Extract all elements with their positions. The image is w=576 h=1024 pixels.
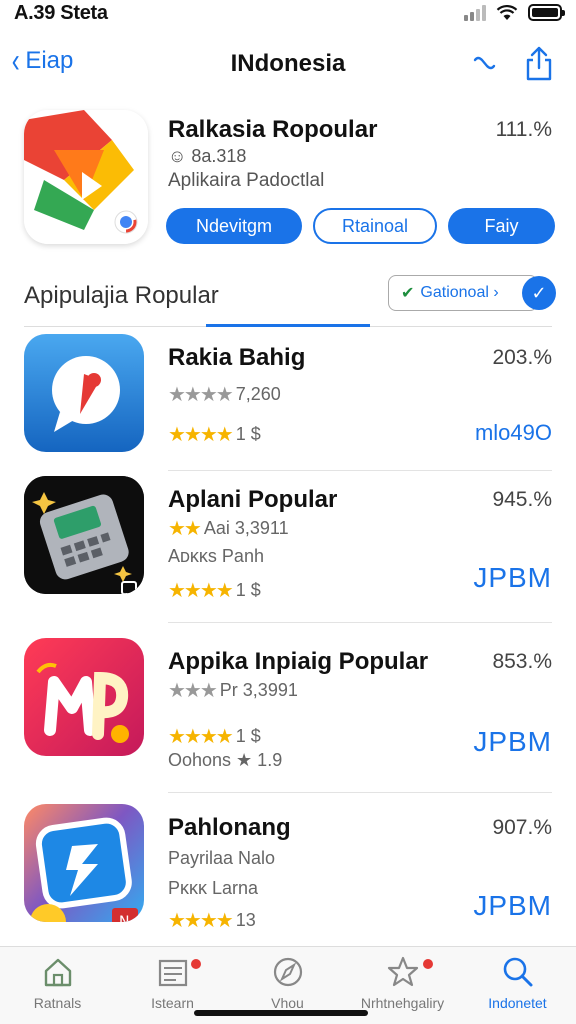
section-header: Apipulajia Ropular ✔ Gationoal › ✓ — [0, 270, 576, 330]
app-price: 13 — [235, 910, 256, 930]
search-icon — [503, 957, 532, 987]
app-percent: 907.% — [492, 816, 552, 839]
svg-text:N: N — [119, 914, 129, 922]
tab-label: Istearn — [151, 995, 194, 1011]
tab-label: Nrhtnehgaliry — [360, 995, 445, 1011]
app-name[interactable]: Pahlonang — [168, 814, 291, 842]
link-icon[interactable] — [472, 52, 498, 76]
tab-home[interactable]: Ratnals — [0, 955, 115, 1011]
share-icon[interactable] — [524, 46, 554, 82]
battery-icon — [528, 4, 565, 21]
app-percent: 945.% — [492, 488, 552, 511]
app-percent: 203.% — [492, 346, 552, 369]
app-action-badge[interactable]: JPBM — [473, 562, 552, 594]
app-options: Oohons ★ 1.9 — [168, 750, 283, 770]
checkmark-icon: ✔ — [401, 285, 415, 302]
status-icons — [464, 4, 565, 21]
app-price-line: ★★★★ 1 $ — [168, 578, 261, 603]
app-rating-line: ★★★ Pr 3,3991 — [168, 678, 298, 703]
check-icon: ✓ — [531, 282, 547, 303]
featured-app-subtitle: Aplikaira Padoctlal — [168, 170, 325, 191]
filter-confirm-button[interactable]: ✓ — [522, 276, 556, 310]
app-rating-count: 7,260 — [235, 384, 281, 404]
star-rating-icon: ★★★★ — [168, 384, 234, 406]
list-item[interactable]: Rakia Bahig 203.% ★★★★ 7,260 ★★★★ 1 $ ml… — [0, 334, 576, 484]
featured-app[interactable]: Ralkasia Ropoular 111.% ☺ 8a.318 Aplikai… — [0, 108, 576, 258]
star-rating-icon: ★★★ — [168, 680, 218, 702]
app-price: 1 $ — [235, 424, 261, 444]
status-bar: A.39 Steta — [0, 0, 576, 30]
app-icon-chat[interactable]: N — [24, 804, 144, 922]
star-rating-icon: ★★★★ — [168, 424, 234, 446]
section-active-underline — [206, 324, 370, 327]
featured-app-icon[interactable] — [24, 110, 148, 244]
app-subtitle: Oohons ★ 1.9 — [168, 750, 282, 771]
featured-get-button[interactable]: Faiy — [448, 208, 555, 244]
app-icon-device[interactable] — [24, 476, 144, 594]
signal-icon — [464, 4, 486, 21]
notification-dot — [191, 959, 201, 969]
app-rating-count: Aai 3,3911 — [203, 518, 289, 538]
star-rating-icon: ★★★★ — [168, 580, 234, 602]
app-name[interactable]: Rakia Bahig — [168, 344, 305, 372]
app-rating-line: ★★★★ 7,260 — [168, 382, 281, 407]
tab-search[interactable]: Indonetet — [460, 955, 575, 1011]
star-rating-icon: ★★★★ — [168, 726, 234, 748]
filter-label: Gationoal › — [420, 284, 499, 301]
filter-button[interactable]: ✔ Gationoal › — [388, 275, 538, 311]
app-price-line: ★★★★ 1 $ — [168, 422, 261, 447]
app-icon-messenger[interactable] — [24, 334, 144, 452]
home-indicator[interactable] — [194, 1010, 368, 1016]
app-category: Pᴋᴋᴋ Larna — [168, 878, 259, 898]
featured-app-name[interactable]: Ralkasia Ropoular — [168, 116, 377, 144]
section-title: Apipulajia Ropular — [24, 282, 219, 309]
nav-bar: ‹ Eiap INdonesia — [0, 38, 576, 94]
star-rating-icon: ★★ — [168, 518, 202, 540]
tab-label: Indonetet — [488, 995, 547, 1011]
tab-label: Vhou — [271, 995, 304, 1011]
tab-label: Ratnals — [33, 995, 82, 1011]
app-action-badge[interactable]: JPBM — [473, 726, 552, 758]
featured-secondary-button[interactable]: Rtainoal — [313, 208, 437, 244]
app-percent: 853.% — [492, 650, 552, 673]
app-rating-line: ★★ Aai 3,3911 — [168, 516, 289, 541]
tab-news[interactable]: Istearn — [115, 955, 230, 1011]
star-rating-icon: ★★★★ — [168, 910, 234, 932]
app-developer: Payrilaa Nalo — [168, 848, 276, 868]
home-icon — [44, 958, 71, 987]
app-subtitle: Payrilaa Nalo — [168, 848, 275, 869]
status-time: A.39 Steta — [14, 2, 108, 24]
app-price: 1 $ — [235, 580, 261, 600]
tab-explore[interactable]: Vhou — [230, 955, 345, 1011]
app-action-badge[interactable]: mlo49O — [475, 420, 552, 446]
row-divider — [168, 622, 552, 623]
app-name[interactable]: Appika Inpiaig Popular — [168, 648, 428, 676]
list-item[interactable]: Appika Inpiaig Popular 853.% ★★★ Pr 3,39… — [0, 638, 576, 788]
app-action-badge[interactable]: JPBM — [473, 890, 552, 922]
newspaper-icon — [158, 959, 187, 987]
app-price: 1 $ — [235, 726, 261, 746]
app-subtitle: Aᴅᴋᴋs Panh — [168, 546, 264, 567]
featured-primary-button[interactable]: Ndevitgm — [166, 208, 302, 244]
star-icon — [387, 956, 418, 987]
featured-app-rating: ☺ 8a.318 — [168, 146, 247, 166]
wifi-icon — [496, 4, 518, 20]
list-item[interactable]: N Pahlonang 907.% Payrilaa Nalo Pᴋᴋᴋ Lar… — [0, 804, 576, 954]
row-divider — [168, 792, 552, 793]
tab-favorites[interactable]: Nrhtnehgaliry — [345, 955, 460, 1011]
featured-app-percent: 111.% — [495, 118, 552, 141]
notification-dot — [423, 959, 433, 969]
app-developer: Aᴅᴋᴋs Panh — [168, 546, 264, 566]
app-price-line: ★★★★ 1 $ — [168, 724, 261, 749]
app-name[interactable]: Aplani Popular — [168, 486, 337, 514]
app-subtitle-2: Pᴋᴋᴋ Larna — [168, 878, 258, 899]
compass-icon — [273, 957, 302, 987]
list-item[interactable]: Aplani Popular 945.% ★★ Aai 3,3911 Aᴅᴋᴋs… — [0, 476, 576, 626]
row-divider — [168, 470, 552, 471]
app-price-line: ★★★★ 13 — [168, 908, 256, 933]
app-rating-count: Pr 3,3991 — [219, 680, 298, 700]
app-icon-music[interactable] — [24, 638, 144, 756]
